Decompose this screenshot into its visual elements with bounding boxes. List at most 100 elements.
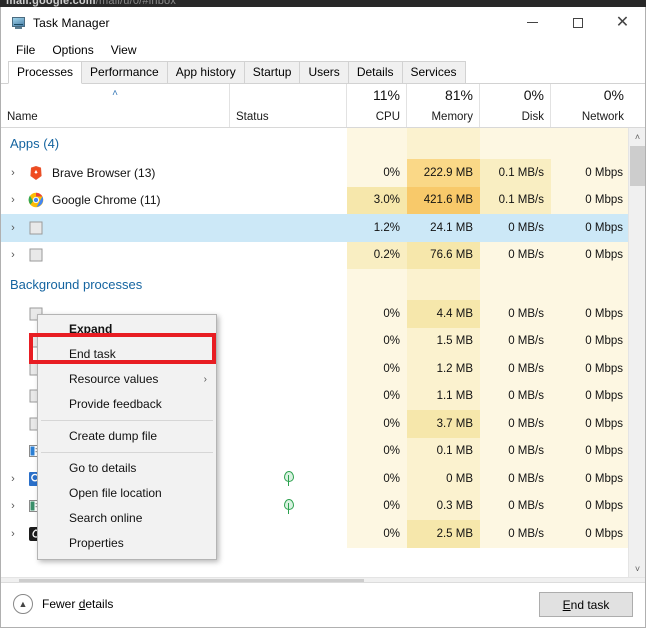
process-memory-value: 24.1 MB xyxy=(407,214,480,242)
scroll-up-icon[interactable]: ˄ xyxy=(629,128,646,145)
process-status-cell xyxy=(230,187,347,215)
end-task-button-label: End task xyxy=(563,598,610,612)
task-manager-icon xyxy=(10,15,26,31)
process-memory-value: 421.6 MB xyxy=(407,187,480,215)
minimize-icon[interactable] xyxy=(510,7,555,38)
context-menu-item-search-online[interactable]: Search online xyxy=(38,506,216,531)
tab-startup[interactable]: Startup xyxy=(244,61,301,83)
tab-processes[interactable]: Processes xyxy=(8,61,82,84)
process-group-header[interactable]: Background processes xyxy=(1,269,628,300)
process-memory-value: 1.1 MB xyxy=(407,383,480,411)
process-disk-value: 0 MB/s xyxy=(480,520,551,548)
process-memory-value: 3.7 MB xyxy=(407,410,480,438)
column-label-disk: Disk xyxy=(522,111,544,123)
context-menu-item-create-dump-file[interactable]: Create dump file xyxy=(38,424,216,449)
menu-options[interactable]: Options xyxy=(45,41,100,59)
app-icon xyxy=(28,247,44,263)
background-url-path: /mail/u/0/#inbox xyxy=(96,0,176,7)
process-cpu-value: 0% xyxy=(347,493,407,521)
title-bar[interactable]: Task Manager ✕ xyxy=(1,7,645,38)
tab-details[interactable]: Details xyxy=(348,61,403,83)
process-status-cell xyxy=(230,520,347,548)
process-network-value: 0 Mbps xyxy=(551,187,628,215)
context-menu-top-clip xyxy=(38,315,216,324)
context-menu-item-resource-values[interactable]: Resource values› xyxy=(38,367,216,392)
context-menu-item-label: Properties xyxy=(69,536,124,550)
app-icon xyxy=(28,220,44,236)
column-header-memory[interactable]: 81% Memory xyxy=(407,84,480,127)
expand-chevron-icon[interactable]: › xyxy=(4,500,22,512)
tab-app-history[interactable]: App history xyxy=(167,61,245,83)
table-row[interactable]: ›Brave Browser (13)0%222.9 MB0.1 MB/s0 M… xyxy=(1,159,628,187)
context-menu-item-open-file-location[interactable]: Open file location xyxy=(38,481,216,506)
context-menu-item-label: Create dump file xyxy=(69,429,157,443)
column-label-status: Status xyxy=(236,111,269,123)
chevron-up-circle-icon: ▲ xyxy=(13,594,33,614)
process-status-cell xyxy=(230,355,347,383)
process-disk-value: 0 MB/s xyxy=(480,383,551,411)
group-memory-cell xyxy=(407,128,480,159)
context-menu-item-label: Resource values xyxy=(69,372,158,386)
process-status-cell xyxy=(230,214,347,242)
group-cpu-cell xyxy=(347,128,407,159)
expand-chevron-icon[interactable]: › xyxy=(4,249,22,261)
process-network-value: 0 Mbps xyxy=(551,493,628,521)
process-memory-value: 76.6 MB xyxy=(407,242,480,270)
menu-file[interactable]: File xyxy=(9,41,42,59)
tab-performance[interactable]: Performance xyxy=(81,61,168,83)
menu-view[interactable]: View xyxy=(104,41,144,59)
process-disk-value: 0 MB/s xyxy=(480,355,551,383)
process-cpu-value: 0% xyxy=(347,520,407,548)
expand-chevron-icon[interactable]: › xyxy=(4,194,22,206)
tab-users[interactable]: Users xyxy=(299,61,348,83)
context-menu-item-provide-feedback[interactable]: Provide feedback xyxy=(38,392,216,417)
fewer-details-button[interactable]: ▲ Fewer details xyxy=(13,594,113,614)
context-menu-item-go-to-details[interactable]: Go to details xyxy=(38,456,216,481)
network-total-percent: 0% xyxy=(604,87,624,103)
close-icon[interactable]: ✕ xyxy=(600,7,645,38)
maximize-icon[interactable] xyxy=(555,7,600,38)
column-header-disk[interactable]: 0% Disk xyxy=(480,84,551,127)
context-menu-item-properties[interactable]: Properties xyxy=(38,531,216,556)
expand-chevron-icon[interactable]: › xyxy=(4,473,22,485)
process-disk-value: 0 MB/s xyxy=(480,438,551,466)
process-cpu-value: 1.2% xyxy=(347,214,407,242)
table-row[interactable]: ›0.2%76.6 MB0 MB/s0 Mbps xyxy=(1,242,628,270)
column-label-name: Name xyxy=(7,111,38,123)
tab-services[interactable]: Services xyxy=(402,61,466,83)
expand-chevron-icon[interactable]: › xyxy=(4,222,22,234)
scroll-down-icon[interactable]: ˅ xyxy=(629,560,646,577)
vertical-scrollbar[interactable]: ˄ ˅ xyxy=(628,128,645,577)
process-disk-value: 0.1 MB/s xyxy=(480,159,551,187)
process-cpu-value: 3.0% xyxy=(347,187,407,215)
chrome-icon xyxy=(28,192,44,208)
group-network-cell xyxy=(551,269,628,300)
end-task-button[interactable]: End task xyxy=(539,592,633,617)
process-status-cell xyxy=(230,242,347,270)
expand-chevron-icon[interactable]: › xyxy=(4,528,22,540)
end-task-annotation-box xyxy=(29,333,216,364)
table-row[interactable]: ›Google Chrome (11)3.0%421.6 MB0.1 MB/s0… xyxy=(1,187,628,215)
group-disk-cell xyxy=(480,128,551,159)
expand-chevron-icon[interactable]: › xyxy=(4,167,22,179)
process-disk-value: 0 MB/s xyxy=(480,410,551,438)
column-header-status[interactable]: Status xyxy=(230,84,347,127)
process-cpu-value: 0% xyxy=(347,410,407,438)
column-header-cpu[interactable]: 11% CPU xyxy=(347,84,407,127)
column-header-network[interactable]: 0% Network xyxy=(551,84,630,127)
column-header-name[interactable]: ˄ Name xyxy=(1,84,230,127)
context-menu-separator xyxy=(41,452,213,453)
process-disk-value: 0 MB/s xyxy=(480,465,551,493)
process-name-cell: › Brave Browser (13) xyxy=(1,159,230,187)
process-name-label: Brave Browser (13) xyxy=(52,166,155,180)
process-disk-value: 0 MB/s xyxy=(480,300,551,328)
process-name-label: Google Chrome (11) xyxy=(52,193,161,207)
process-memory-value: 2.5 MB xyxy=(407,520,480,548)
tab-strip: Processes Performance App history Startu… xyxy=(1,61,645,84)
process-name-cell: › Google Chrome (11) xyxy=(1,187,230,215)
process-group-header[interactable]: Apps (4) xyxy=(1,128,628,159)
group-status-cell xyxy=(230,269,347,300)
vertical-scrollbar-thumb[interactable] xyxy=(630,146,645,186)
table-row[interactable]: ›1.2%24.1 MB0 MB/s0 Mbps xyxy=(1,214,628,242)
task-manager-screenshot: mail.google.com/mail/u/0/#inbox Task Man… xyxy=(0,0,646,628)
